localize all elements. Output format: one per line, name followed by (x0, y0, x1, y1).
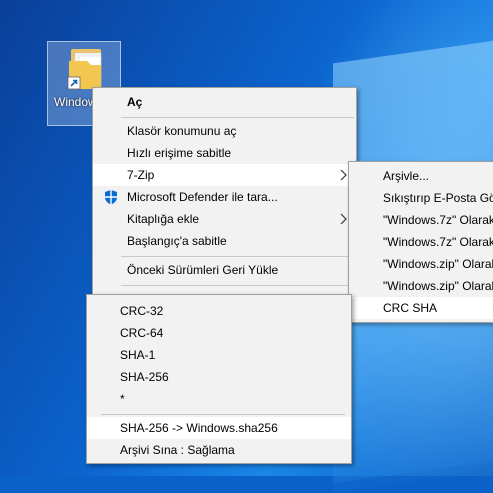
7zip-item-archive-zip[interactable]: "Windows.zip" Olarak Arşivle (349, 253, 493, 275)
menu-separator (121, 285, 354, 286)
menu-item-open-folder-location[interactable]: Klasör konumunu aç (93, 120, 356, 142)
folder-shortcut-icon (67, 49, 102, 90)
menu-separator (121, 256, 354, 257)
crc-sha-submenu: CRC-32 CRC-64 SHA-1 SHA-256 * SHA-256 ->… (86, 294, 352, 464)
crc-item-crc64[interactable]: CRC-64 (87, 322, 351, 344)
menu-item-pin-to-start[interactable]: Başlangıç'a sabitle (93, 230, 356, 252)
7zip-item-crc-sha[interactable]: CRC SHA (349, 297, 493, 319)
menu-item-restore-previous-versions[interactable]: Önceki Sürümleri Geri Yükle (93, 259, 356, 281)
crc-item-test-archive[interactable]: Arşivi Sına : Sağlama (87, 439, 351, 461)
crc-item-sha256[interactable]: SHA-256 (87, 366, 351, 388)
submenu-arrow-icon (340, 169, 347, 181)
menu-item-open[interactable]: Aç (93, 91, 356, 113)
context-menu: Aç Klasör konumunu aç Hızlı erişime sabi… (92, 87, 357, 297)
menu-item-7zip[interactable]: 7-Zip (93, 164, 356, 186)
7zip-item-archive-7z-email[interactable]: "Windows.7z" Olarak Arşivle ve E-Posta G… (349, 231, 493, 253)
crc-item-sha256-file[interactable]: SHA-256 -> Windows.sha256 (87, 417, 351, 439)
menu-separator (101, 414, 345, 415)
7zip-item-compress-email[interactable]: Sıkıştırıp E-Posta Gönder... (349, 187, 493, 209)
crc-item-crc32[interactable]: CRC-32 (87, 300, 351, 322)
defender-shield-icon (105, 190, 117, 205)
7zip-item-archive[interactable]: Arşivle... (349, 165, 493, 187)
7zip-item-archive-7z[interactable]: "Windows.7z" Olarak Arşivle (349, 209, 493, 231)
7zip-item-archive-zip-email[interactable]: "Windows.zip" Olarak Arşivle ve E-Posta … (349, 275, 493, 297)
menu-separator (121, 117, 354, 118)
menu-item-defender-scan[interactable]: Microsoft Defender ile tara... (93, 186, 356, 208)
crc-item-sha1[interactable]: SHA-1 (87, 344, 351, 366)
7zip-submenu: Arşivle... Sıkıştırıp E-Posta Gönder... … (348, 161, 493, 323)
menu-item-pin-quick-access[interactable]: Hızlı erişime sabitle (93, 142, 356, 164)
menu-item-add-to-library[interactable]: Kitaplığa ekle (93, 208, 356, 230)
submenu-arrow-icon (340, 213, 347, 225)
crc-item-all[interactable]: * (87, 388, 351, 410)
